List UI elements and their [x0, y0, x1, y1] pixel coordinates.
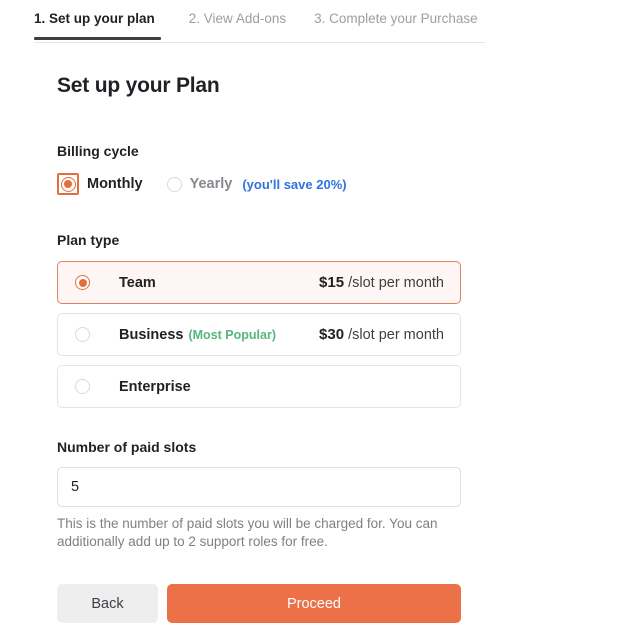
proceed-button[interactable]: Proceed: [167, 584, 461, 623]
page-title: Set up your Plan: [57, 74, 220, 97]
radio-team-icon[interactable]: [75, 275, 90, 290]
tab-view-add-ons[interactable]: 2. View Add-ons: [189, 0, 286, 38]
billing-cycle-label: Billing cycle: [57, 143, 139, 159]
tab-label: 3. Complete your Purchase: [314, 11, 478, 26]
billing-cycle-options: Monthly Yearly (you'll save 20%): [57, 171, 640, 197]
plan-name: Enterprise: [119, 378, 191, 395]
form-actions: Back Proceed: [57, 584, 640, 623]
plan-card-enterprise[interactable]: Enterprise: [57, 365, 461, 408]
radio-monthly-icon[interactable]: [60, 176, 76, 192]
billing-option-yearly[interactable]: Yearly: [166, 176, 233, 192]
monthly-radio-focus-ring: [57, 173, 79, 195]
plan-name: Business: [119, 326, 184, 343]
billing-option-monthly[interactable]: Monthly: [57, 173, 143, 195]
radio-business-icon[interactable]: [75, 327, 90, 342]
radio-yearly-icon[interactable]: [166, 176, 182, 192]
main-content: Set up your Plan Billing cycle Monthly Y…: [0, 74, 640, 623]
plan-price-unit: /slot per month: [348, 275, 444, 291]
plan-price: $15 /slot per month: [319, 274, 444, 291]
tab-label: 2. View Add-ons: [188, 11, 287, 26]
plan-price-amount: $15: [319, 274, 345, 291]
tab-label: 1. Set up your plan: [34, 11, 155, 26]
billing-option-monthly-label: Monthly: [87, 176, 143, 192]
plan-type-label: Plan type: [57, 232, 120, 248]
plan-card-business[interactable]: Business (Most Popular) $30 /slot per mo…: [57, 313, 461, 356]
tab-complete-your-purchase[interactable]: 3. Complete your Purchase: [314, 0, 478, 38]
stepper-divider: [34, 42, 485, 43]
plan-price-amount: $30: [319, 326, 345, 343]
yearly-savings-note: (you'll save 20%): [242, 176, 347, 192]
stepper-tabs: 1. Set up your plan 2. View Add-ons 3. C…: [34, 0, 506, 40]
paid-slots-input[interactable]: [57, 467, 461, 507]
plan-list: Team $15 /slot per month Business (Most …: [57, 261, 640, 408]
paid-slots-section: Number of paid slots This is the number …: [57, 439, 640, 551]
plan-type-section: Plan type Team $15 /slot per month Busin…: [57, 232, 640, 408]
billing-option-yearly-label: Yearly: [189, 176, 233, 192]
paid-slots-label: Number of paid slots: [57, 439, 197, 455]
billing-cycle-section: Billing cycle Monthly Yearly (you'll sav…: [57, 143, 640, 197]
plan-card-team[interactable]: Team $15 /slot per month: [57, 261, 461, 304]
radio-enterprise-icon[interactable]: [75, 379, 90, 394]
stepper-nav: 1. Set up your plan 2. View Add-ons 3. C…: [0, 0, 640, 44]
tab-set-up-your-plan[interactable]: 1. Set up your plan: [34, 0, 161, 40]
paid-slots-help-text: This is the number of paid slots you wil…: [57, 516, 438, 549]
back-button[interactable]: Back: [57, 584, 158, 623]
plan-price-unit: /slot per month: [348, 327, 444, 343]
plan-name: Team: [119, 274, 156, 291]
plan-badge-most-popular: (Most Popular): [188, 327, 276, 342]
plan-price: $30 /slot per month: [319, 326, 444, 343]
